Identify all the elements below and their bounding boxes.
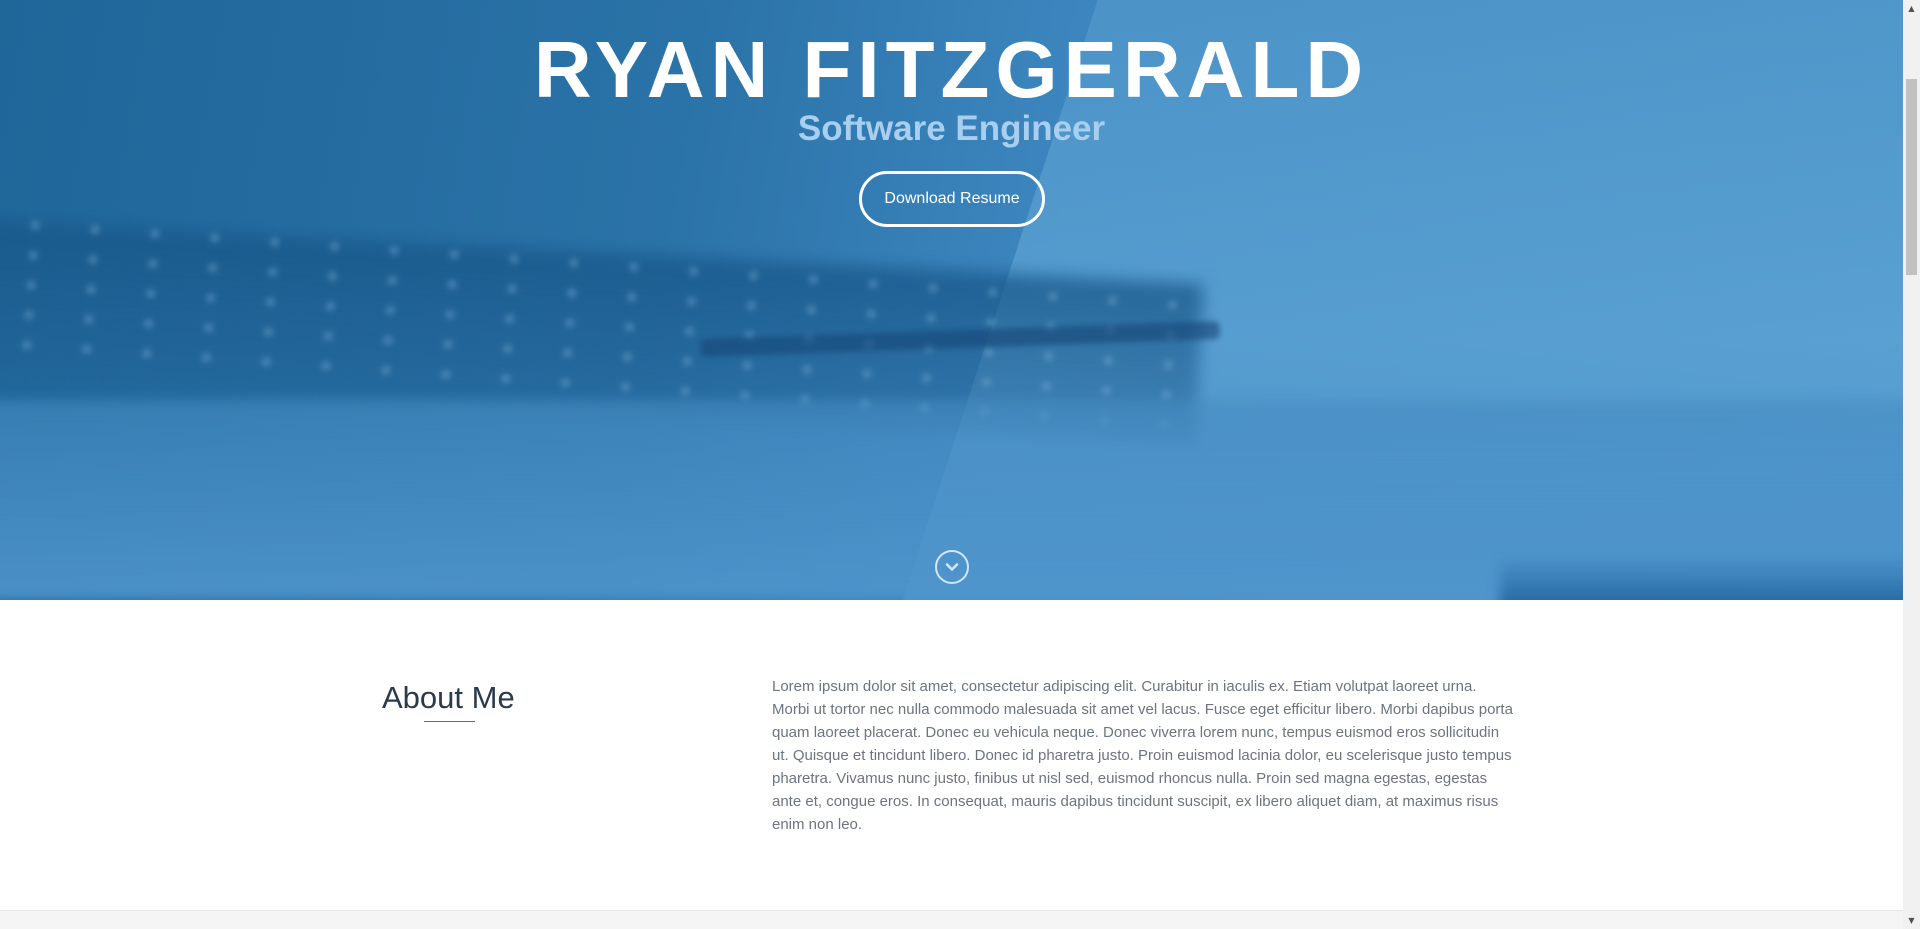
- scroll-up-arrow-icon[interactable]: ▲: [1903, 0, 1920, 17]
- next-section-edge: [0, 910, 1903, 929]
- about-body-text: Lorem ipsum dolor sit amet, consectetur …: [772, 678, 1513, 833]
- hero-section: RYAN FITZGERALD Software Engineer Downlo…: [0, 0, 1903, 600]
- scrollbar-thumb[interactable]: [1906, 79, 1917, 275]
- chevron-down-icon: [945, 563, 959, 571]
- about-section: About Me Lorem ipsum dolor sit amet, con…: [0, 600, 1903, 910]
- scroll-down-button[interactable]: [935, 550, 969, 584]
- download-resume-button[interactable]: Download Resume: [859, 171, 1045, 227]
- scroll-down-arrow-icon[interactable]: ▼: [1903, 912, 1920, 929]
- page: RYAN FITZGERALD Software Engineer Downlo…: [0, 0, 1903, 929]
- hero-background-shadow: [1500, 555, 1903, 600]
- hero-name: RYAN FITZGERALD: [533, 25, 1370, 114]
- about-heading-underline: [424, 721, 475, 722]
- vertical-scrollbar[interactable]: ▲ ▼: [1903, 0, 1920, 929]
- hero-job-title: Software Engineer: [797, 109, 1106, 148]
- about-heading: About Me: [382, 680, 515, 715]
